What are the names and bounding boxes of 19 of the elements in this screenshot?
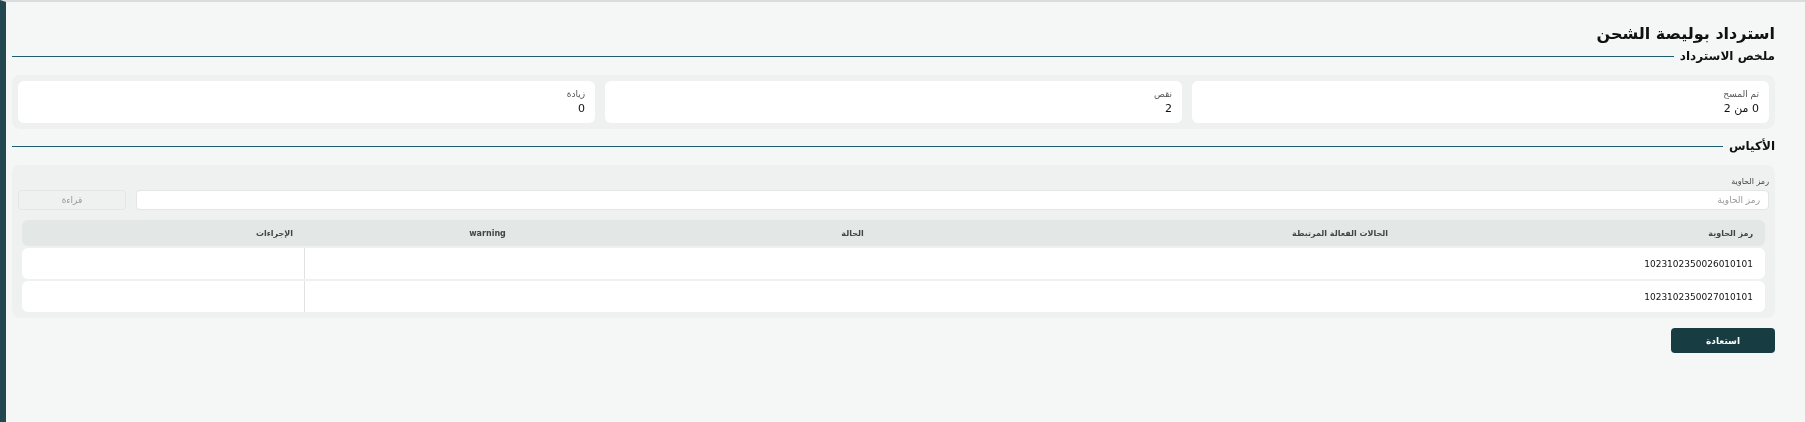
card-label: زيادة [565, 89, 585, 99]
table-cell-text: 1023102350027010101 [1643, 290, 1754, 304]
field-label: رمز الحاوية [1730, 176, 1769, 188]
column-header: warning [468, 228, 507, 238]
card-value: 0 [577, 102, 585, 115]
section-heading: الأكياس [1729, 139, 1775, 153]
column-header: الحالات الفعالة المرتبطة [1291, 228, 1389, 238]
column-header: رمز الحاوية [1707, 228, 1754, 238]
card-label: تم المسح [1722, 89, 1759, 99]
column-header: الحالة [840, 228, 865, 238]
restore-button[interactable]: استعادة [1671, 328, 1775, 353]
page-title: استرداد بوليصة الشحن [1595, 24, 1775, 43]
table-cell-text: 1023102350026010101 [1643, 257, 1754, 271]
card-value: 0 من 2 [1722, 102, 1759, 115]
column-header: الإجراءات [254, 228, 294, 238]
card-value: 2 [1164, 102, 1172, 115]
card-label: نقص [1152, 89, 1172, 99]
container-code-input[interactable]: رمز الحاوية [136, 190, 1769, 210]
section-heading: ملخص الاسترداد [1679, 49, 1775, 63]
